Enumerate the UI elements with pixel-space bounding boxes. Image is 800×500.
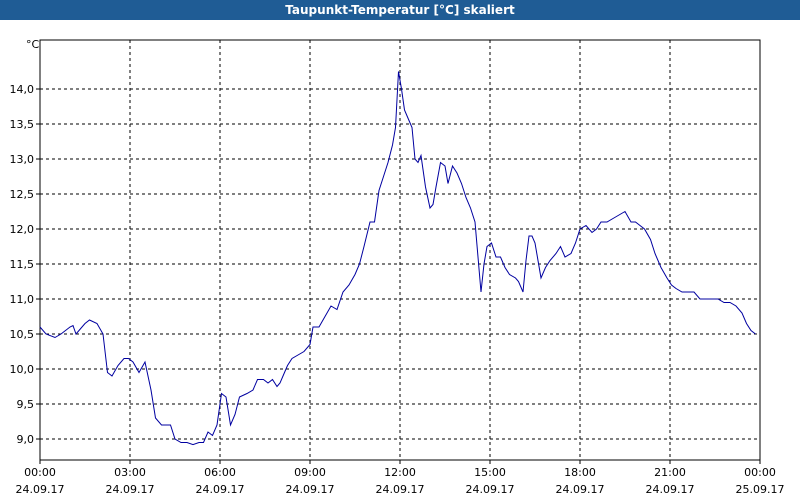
y-tick-label: 14,0 (10, 83, 35, 96)
x-tick-time: 15:00 (474, 466, 506, 479)
x-tick-time: 03:00 (114, 466, 146, 479)
y-tick-label: 12,5 (10, 188, 35, 201)
x-tick-date: 24.09.17 (286, 483, 335, 496)
y-tick-label: 13,5 (10, 118, 35, 131)
x-tick-date: 24.09.17 (556, 483, 605, 496)
x-tick-date: 24.09.17 (466, 483, 515, 496)
y-tick-labels: 9,0 9,5 10,0 10,5 11,0 11,5 12,0 12,5 13,0 13,5 14… (10, 83, 35, 446)
x-tick-time: 00:00 (24, 466, 56, 479)
x-tick-date: 24.09.17 (196, 483, 245, 496)
y-tick-label: 13,0 (10, 153, 35, 166)
x-tick-labels: 00:00 24.09.17 03:00 24.09.17 06:00 24.09.17 0… (16, 466, 785, 496)
y-tick-label: 9,5 (17, 398, 35, 411)
y-axis-unit: °C (26, 38, 40, 51)
x-tick-date: 24.09.17 (646, 483, 695, 496)
chart-canvas: 9,0 9,5 10,0 10,5 11,0 11,5 12,0 12,5 13,0 13,5 14… (10, 38, 785, 496)
x-tick-time: 00:00 (744, 466, 776, 479)
y-tick-label: 11,0 (10, 293, 35, 306)
y-tick-label: 11,5 (10, 258, 35, 271)
y-tick-label: 9,0 (17, 433, 35, 446)
y-tick-label: 10,5 (10, 328, 35, 341)
x-tick-time: 09:00 (294, 466, 326, 479)
chart-title: Taupunkt-Temperatur [°C] skaliert (0, 0, 800, 20)
y-tick-label: 10,0 (10, 363, 35, 376)
x-tick-time: 12:00 (384, 466, 416, 479)
x-tick-date: 24.09.17 (106, 483, 155, 496)
y-tick-label: 12,0 (10, 223, 35, 236)
x-tick-date: 25.09.17 (736, 483, 785, 496)
x-tick-time: 18:00 (564, 466, 596, 479)
x-tick-date: 24.09.17 (16, 483, 65, 496)
x-tick-time: 21:00 (654, 466, 686, 479)
x-tick-date: 24.09.17 (376, 483, 425, 496)
x-tick-time: 06:00 (204, 466, 236, 479)
